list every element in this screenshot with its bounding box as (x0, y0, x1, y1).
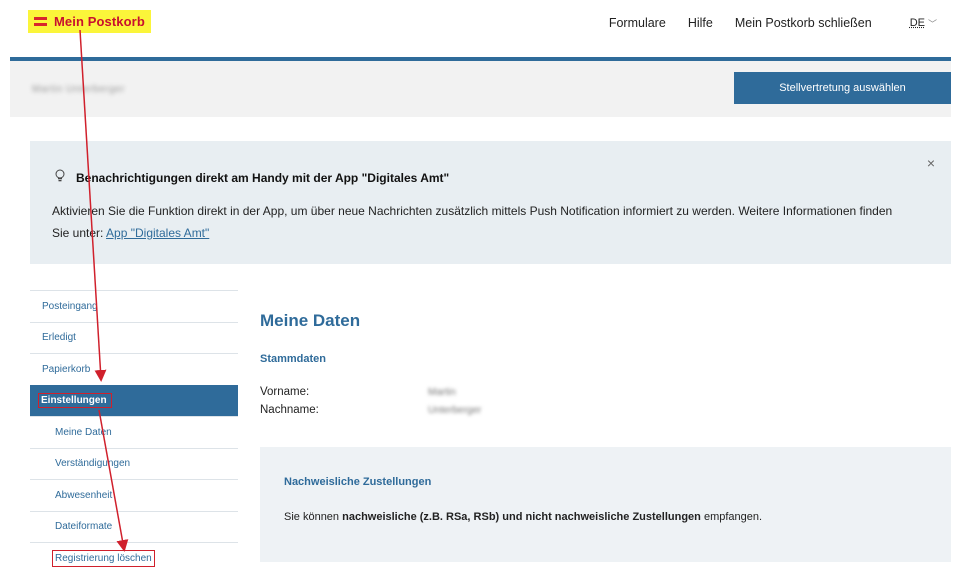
language-selector[interactable]: DE ﹀ (910, 17, 937, 30)
nav-hilfe-link[interactable]: Hilfe (688, 16, 713, 30)
card-text-part-2: empfangen. (700, 511, 763, 523)
sidebar-item-papierkorb[interactable]: Papierkorb (30, 353, 238, 385)
sidebar-item-abwesenheit[interactable]: Abwesenheit (30, 479, 238, 511)
sidebar-item-label: Registrierung löschen (52, 549, 155, 567)
sidebar-item-label: Abwesenheit (55, 489, 113, 501)
first-name-row: Vorname: Martin (260, 386, 456, 398)
banner-text: Aktivieren Sie die Funktion direkt in de… (52, 200, 912, 244)
sidebar-item-label: Einstellungen (38, 393, 112, 409)
brand-title: Mein Postkorb (54, 14, 145, 29)
chevron-down-icon: ﹀ (927, 18, 937, 29)
sidebar-item-label: Papierkorb (42, 363, 91, 375)
card-text: Sie können nachweisliche (z.B. RSa, RSb)… (284, 511, 762, 523)
card-title: Nachweisliche Zustellungen (284, 476, 432, 488)
card-text-part-1: Sie können (284, 511, 343, 523)
brand-logo[interactable]: Mein Postkorb (28, 10, 151, 33)
user-bar: Martin Unterberger Stellvertretung auswä… (10, 61, 951, 117)
sidebar-item-dateiformate[interactable]: Dateiformate (30, 510, 238, 543)
austrian-flag-icon (34, 16, 47, 27)
last-name-label: Nachname: (260, 404, 319, 416)
nav-close-postkorb-link[interactable]: Mein Postkorb schließen (735, 16, 872, 30)
sidebar-item-meine-daten[interactable]: Meine Daten (30, 416, 238, 448)
sidebar-item-label: Erledigt (42, 332, 76, 344)
top-navigation: Formulare Hilfe Mein Postkorb schließen … (587, 16, 937, 30)
language-code: DE (909, 17, 925, 29)
sidebar-item-erledigt[interactable]: Erledigt (30, 321, 238, 354)
lightbulb-icon (55, 169, 65, 182)
digitales-amt-link[interactable]: App "Digitales Amt" (106, 226, 209, 240)
nav-formulare-link[interactable]: Formulare (609, 16, 666, 30)
sidebar-item-label: Dateiformate (55, 521, 113, 533)
sidebar-item-registrierung-loeschen[interactable]: Registrierung löschen (30, 542, 238, 574)
page-title: Meine Daten (260, 311, 361, 330)
user-name: Martin Unterberger (32, 84, 125, 95)
sidebar-item-label: Meine Daten (55, 426, 112, 438)
last-name-row: Nachname: Unterberger (260, 404, 481, 416)
sidebar-item-label: Verständigungen (55, 458, 131, 470)
first-name-value: Martin (428, 387, 456, 398)
last-name-value: Unterberger (428, 405, 482, 416)
top-bar: Mein Postkorb Formulare Hilfe Mein Postk… (0, 0, 957, 58)
select-deputy-button[interactable]: Stellvertretung auswählen (734, 72, 951, 104)
sidebar-item-verstaendigungen[interactable]: Verständigungen (30, 447, 238, 480)
delivery-info-card: Nachweisliche Zustellungen Sie können na… (260, 447, 951, 562)
first-name-label: Vorname: (260, 386, 310, 398)
banner-title: Benachrichtigungen direkt am Handy mit d… (76, 171, 450, 185)
sidebar-item-einstellungen[interactable]: Einstellungen (30, 384, 238, 416)
section-title: Stammdaten (260, 353, 327, 365)
sidebar-item-posteingang[interactable]: Posteingang (30, 290, 238, 322)
sidebar-item-label: Posteingang (42, 300, 98, 312)
close-icon[interactable]: × (927, 155, 935, 171)
sidebar-navigation: Posteingang Erledigt Papierkorb Einstell… (30, 290, 238, 574)
card-text-bold: nachweisliche (z.B. RSa, RSb) und nicht … (342, 511, 701, 523)
app-notification-banner: Benachrichtigungen direkt am Handy mit d… (30, 141, 951, 264)
